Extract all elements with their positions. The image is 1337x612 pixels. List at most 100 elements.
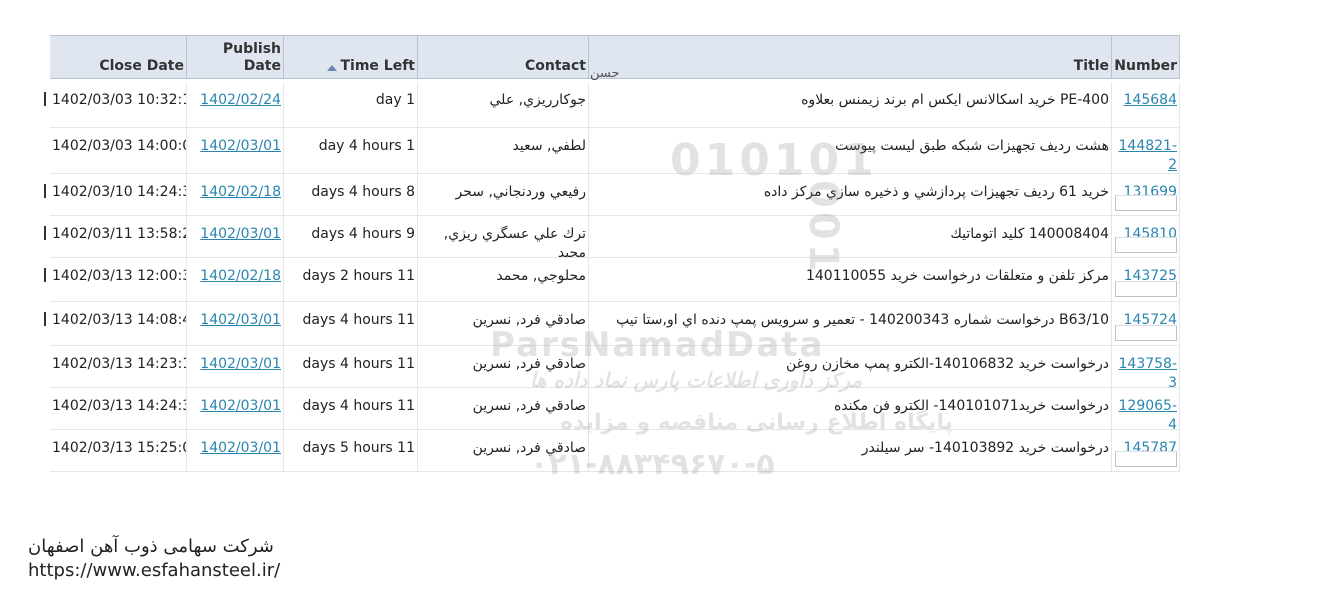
contact-text: جوکارريزي, علي	[489, 92, 586, 108]
publish-date-link[interactable]: 1402/03/01	[200, 226, 281, 242]
row-edge-marker	[44, 226, 46, 240]
close-date-text: 1402/03/13 12:00:34	[52, 268, 187, 284]
contact-text: صادقي فرد, نسرين	[472, 312, 586, 328]
cell-close-date: 1402/03/03 10:32:19	[50, 82, 187, 127]
table-row[interactable]: 1402/03/10 14:24:38 1402/02/18 8 days 4 ho…	[44, 174, 1180, 216]
cell-title: هشت رديف تجهيزات شبکه طبق ليست پيوست	[589, 128, 1112, 173]
cell-contact: صادقي فرد, نسرين	[418, 430, 589, 471]
row-edge-marker	[44, 92, 46, 106]
company-url[interactable]: https://www.esfahansteel.ir/	[28, 559, 280, 583]
cell-publish-date: 1402/03/01	[187, 302, 284, 345]
cell-title: درخواست خريد140101071- الکترو فن مکنده	[589, 388, 1112, 429]
time-left-text: 11 days 4 hours	[302, 398, 416, 414]
table-row[interactable]: 1402/03/13 14:24:37 1402/03/01 11 days 4 h…	[50, 388, 1180, 430]
table-row[interactable]: 1402/03/11 13:58:22 1402/03/01 9 days 4 ho…	[44, 216, 1180, 258]
cell-time-left: 11 days 2 hours	[284, 258, 418, 301]
tender-number-link[interactable]: 144821-2	[1119, 138, 1178, 173]
table-row[interactable]: 1402/03/13 12:00:34 1402/02/18 11 days 2 h…	[44, 258, 1180, 302]
tender-number-link[interactable]: 129065-4	[1119, 398, 1178, 429]
publish-date-link[interactable]: 1402/02/24	[200, 92, 281, 108]
cell-close-date: 1402/03/13 14:08:45	[50, 302, 187, 345]
cell-time-left: 11 days 4 hours	[284, 302, 418, 345]
table-row[interactable]: 1402/03/13 14:23:14 1402/03/01 11 days 4 h…	[50, 346, 1180, 388]
footer: شرکت سهامی ذوب آهن اصفهان https://www.es…	[28, 535, 280, 583]
cell-number: 145787	[1112, 430, 1180, 471]
contact-text: صادقي فرد, نسرين	[472, 398, 586, 414]
cell-contact: صادقي فرد, نسرين	[418, 346, 589, 387]
time-left-text: 11 days 4 hours	[302, 356, 416, 372]
title-text: هشت رديف تجهيزات شبکه طبق ليست پيوست	[835, 138, 1109, 154]
title-text: مرکز تلفن و متعلقات درخواست خريد 1401100…	[805, 268, 1109, 284]
cell-title: درخواست خريد 140106832-الکترو پمپ مخازن …	[589, 346, 1112, 387]
column-header-number[interactable]: Number	[1112, 36, 1180, 78]
cell-number: 129065-4	[1112, 388, 1180, 429]
company-name: شرکت سهامی ذوب آهن اصفهان	[28, 536, 274, 557]
close-date-text: 1402/03/13 14:08:45	[52, 312, 187, 328]
title-text: درخواست خريد 140103892- سر سيلندر	[861, 440, 1109, 456]
row-edge-marker	[44, 184, 46, 198]
time-left-text: 1 day 4 hours	[318, 138, 415, 154]
cell-contact: لطفي, سعيد	[418, 128, 589, 173]
row-select-box[interactable]	[1115, 451, 1177, 467]
cell-time-left: 1 day	[284, 82, 418, 127]
publish-date-link[interactable]: 1402/02/18	[200, 184, 281, 200]
cell-publish-date: 1402/03/01	[187, 216, 284, 257]
time-left-text: 1 day	[375, 92, 415, 108]
contact-text: رفيعي وردنجاني, سحر	[455, 184, 586, 200]
cell-close-date: 1402/03/13 14:23:14	[50, 346, 187, 387]
row-select-box[interactable]	[1115, 237, 1177, 253]
number-label: Number	[1114, 58, 1177, 74]
publish-date-label-1: Publish	[222, 41, 281, 57]
clipped-text: حسن	[590, 70, 620, 80]
table-row[interactable]: 1402/03/13 15:25:08 1402/03/01 11 days 5 h…	[50, 430, 1180, 472]
contact-label: Contact	[525, 58, 586, 74]
column-header-close-date[interactable]: Close Date	[50, 36, 187, 78]
column-header-publish-date[interactable]: Publish Date	[187, 36, 284, 78]
publish-date-link[interactable]: 1402/03/01	[200, 398, 281, 414]
cell-publish-date: 1402/02/18	[187, 174, 284, 215]
row-select-box[interactable]	[1115, 195, 1177, 211]
title-text: PE-400 خريد اسکالانس ايکس ام برند زيمنس …	[801, 92, 1109, 108]
row-select-box[interactable]	[1115, 325, 1177, 341]
table-row[interactable]: 1402/03/03 14:00:00 1402/03/01 1 day 4 hou…	[50, 128, 1180, 174]
cell-number: 143758-3	[1112, 346, 1180, 387]
tender-number-link[interactable]: 145684	[1124, 92, 1177, 108]
cell-publish-date: 1402/02/24	[187, 82, 284, 127]
cell-contact: جوکارريزي, علي	[418, 82, 589, 127]
cell-close-date: 1402/03/13 14:24:37	[50, 388, 187, 429]
cell-time-left: 11 days 4 hours	[284, 388, 418, 429]
publish-date-link[interactable]: 1402/03/01	[200, 356, 281, 372]
publish-date-link[interactable]: 1402/03/01	[200, 312, 281, 328]
table-row[interactable]: 1402/03/13 14:08:45 1402/03/01 11 days 4 h…	[44, 302, 1180, 346]
close-date-text: 1402/03/10 14:24:38	[52, 184, 187, 200]
row-select-box[interactable]	[1115, 281, 1177, 297]
row-edge-marker	[44, 268, 46, 282]
cell-time-left: 1 day 4 hours	[284, 128, 418, 173]
tender-number-link[interactable]: 143758-3	[1119, 356, 1178, 387]
cell-close-date: 1402/03/13 15:25:08	[50, 430, 187, 471]
time-left-text: 11 days 4 hours	[302, 312, 416, 328]
column-header-time-left[interactable]: Time Left	[284, 36, 418, 78]
contact-text: صادقي فرد, نسرين	[472, 440, 586, 456]
close-date-text: 1402/03/03 14:00:00	[52, 138, 187, 154]
cell-time-left: 11 days 5 hours	[284, 430, 418, 471]
close-date-label: Close Date	[99, 58, 184, 74]
cell-contact: ترك علي عسگري ريزي, مجيد	[418, 216, 589, 257]
contact-text: ترك علي عسگري ريزي, مجيد	[443, 226, 586, 257]
column-header-title[interactable]: Title	[589, 36, 1112, 78]
cell-title: درخواست خريد 140103892- سر سيلندر	[589, 430, 1112, 471]
publish-date-link[interactable]: 1402/03/01	[200, 138, 281, 154]
time-left-text: 9 days 4 hours	[311, 226, 415, 242]
cell-close-date: 1402/03/13 12:00:34	[50, 258, 187, 301]
time-left-text: 11 days 5 hours	[302, 440, 416, 456]
table-row[interactable]: 1402/03/03 10:32:19 1402/02/24 1 day جوکارر…	[44, 82, 1180, 128]
time-left-text: 11 days 2 hours	[302, 268, 416, 284]
publish-date-link[interactable]: 1402/03/01	[200, 440, 281, 456]
cell-contact: رفيعي وردنجاني, سحر	[418, 174, 589, 215]
publish-date-link[interactable]: 1402/02/18	[200, 268, 281, 284]
cell-time-left: 11 days 4 hours	[284, 346, 418, 387]
column-header-contact[interactable]: Contact	[418, 36, 589, 78]
cell-number: 145724	[1112, 302, 1180, 345]
close-date-text: 1402/03/13 14:24:37	[52, 398, 187, 414]
contact-text: محلوجي, محمد	[496, 268, 586, 284]
